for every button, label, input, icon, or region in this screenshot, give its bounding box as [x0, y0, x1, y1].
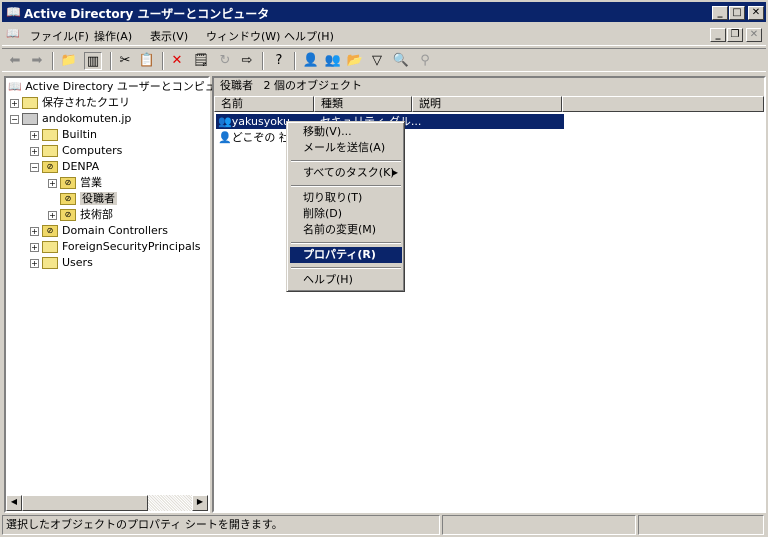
column-type[interactable]: 種類 [314, 96, 412, 112]
tree-item-domain-controllers[interactable]: + ⊘ Domain Controllers [30, 223, 168, 239]
column-description[interactable]: 説明 [412, 96, 562, 112]
add-member-icon[interactable]: ⚲ [416, 52, 434, 70]
show-tree-icon[interactable]: ▥ [84, 52, 102, 70]
group-icon: 👥 [218, 115, 232, 128]
tree-item-foreign-security-principals[interactable]: + ForeignSecurityPrincipals [30, 239, 201, 255]
menu-item-delete[interactable]: 削除(D) [290, 206, 402, 222]
menu-action[interactable]: 操作(A) [94, 28, 132, 44]
menu-item-move[interactable]: 移動(V)... [290, 124, 402, 140]
tree-item-computers[interactable]: + Computers [30, 143, 122, 159]
menu-bar: 📖 ファイル(F) 操作(A) 表示(V) ウィンドウ(W) ヘルプ(H) _ … [2, 24, 766, 46]
status-panel-3 [638, 515, 764, 535]
horizontal-scrollbar[interactable]: ◀ ▶ [6, 495, 208, 511]
paste-icon[interactable]: 📋 [138, 52, 156, 70]
menu-window[interactable]: ウィンドウ(W) [206, 28, 280, 44]
forward-icon[interactable]: ➡ [28, 52, 46, 70]
new-ou-icon[interactable]: 📂 [346, 52, 364, 70]
menu-item-rename[interactable]: 名前の変更(M) [290, 222, 402, 238]
window-title: Active Directory ユーザーとコンピュータ [24, 7, 270, 21]
refresh-icon[interactable]: ↻ [216, 52, 234, 70]
up-folder-icon[interactable]: 📁 [60, 52, 78, 70]
menu-item-send-mail[interactable]: メールを送信(A) [290, 140, 402, 156]
tree-item-eigyo[interactable]: + ⊘ 営業 [48, 175, 102, 191]
tree-item-builtin[interactable]: + Builtin [30, 127, 97, 143]
toolbar: ⬅ ➡ 📁 ▥ ✂ 📋 ✕ 🗒 ↻ ⇨ ? 👤 👥 📂 ▽ 🔍 ⚲ [2, 48, 766, 72]
context-menu: 移動(V)... メールを送信(A) すべてのタスク(K) ▶ 切り取り(T) 削… [286, 121, 405, 292]
scroll-left-button[interactable]: ◀ [6, 495, 22, 511]
filter-icon[interactable]: ▽ [368, 52, 386, 70]
tree-item-domain[interactable]: − andokomuten.jp [10, 111, 131, 127]
find-icon[interactable]: 🔍 [392, 52, 410, 70]
child-minimize-button[interactable]: _ [710, 28, 726, 42]
column-name[interactable]: 名前 [214, 96, 314, 112]
tree-root[interactable]: 📖 Active Directory ユーザーとコンピュータ [8, 79, 238, 95]
status-text: 選択したオブジェクトのプロパティ シートを開きます。 [2, 515, 440, 535]
scroll-thumb[interactable] [22, 495, 148, 511]
app-icon: 📖 [6, 5, 21, 19]
back-icon[interactable]: ⬅ [6, 52, 24, 70]
column-filler [562, 96, 764, 112]
user-icon: 👤 [218, 131, 232, 144]
delete-icon[interactable]: ✕ [168, 52, 186, 70]
help-icon[interactable]: ? [270, 52, 288, 70]
menu-item-cut[interactable]: 切り取り(T) [290, 190, 402, 206]
tree-item-saved-queries[interactable]: + 保存されたクエリ [10, 95, 130, 111]
submenu-arrow-icon: ▶ [391, 168, 398, 177]
tree-item-yakushokusha[interactable]: ⊘ 役職者 [60, 191, 117, 207]
minimize-button[interactable]: _ [712, 6, 728, 20]
menu-view[interactable]: 表示(V) [150, 28, 188, 44]
tree-pane: 📖 Active Directory ユーザーとコンピュータ + 保存されたクエリ… [4, 76, 238, 513]
close-button[interactable]: ✕ [748, 6, 764, 20]
new-group-icon[interactable]: 👥 [324, 52, 342, 70]
status-panel-2 [442, 515, 636, 535]
tree-item-denpa[interactable]: − ⊘ DENPA [30, 159, 99, 175]
child-restore-button[interactable]: ❐ [727, 28, 743, 42]
menu-item-properties[interactable]: プロパティ(R) [290, 247, 402, 263]
new-user-icon[interactable]: 👤 [302, 52, 320, 70]
cut-icon[interactable]: ✂ [116, 52, 134, 70]
maximize-button[interactable]: □ [729, 6, 745, 20]
details-header: 役職者 2 個のオブジェクト [214, 78, 764, 96]
tree-item-users[interactable]: + Users [30, 255, 93, 271]
mmc-icon: 📖 [6, 27, 20, 40]
menu-help[interactable]: ヘルプ(H) [284, 28, 334, 44]
title-bar: 📖 Active Directory ユーザーとコンピュータ _ □ ✕ [0, 0, 768, 24]
export-icon[interactable]: ⇨ [238, 52, 256, 70]
properties-icon[interactable]: 🗒 [192, 52, 210, 70]
tree-item-gijutsubu[interactable]: + ⊘ 技術部 [48, 207, 113, 223]
menu-item-all-tasks[interactable]: すべてのタスク(K) ▶ [290, 165, 402, 181]
child-close-button[interactable]: ✕ [746, 28, 762, 42]
scroll-right-button[interactable]: ▶ [192, 495, 208, 511]
menu-item-help[interactable]: ヘルプ(H) [290, 272, 402, 288]
menu-file[interactable]: ファイル(F) [30, 28, 89, 44]
